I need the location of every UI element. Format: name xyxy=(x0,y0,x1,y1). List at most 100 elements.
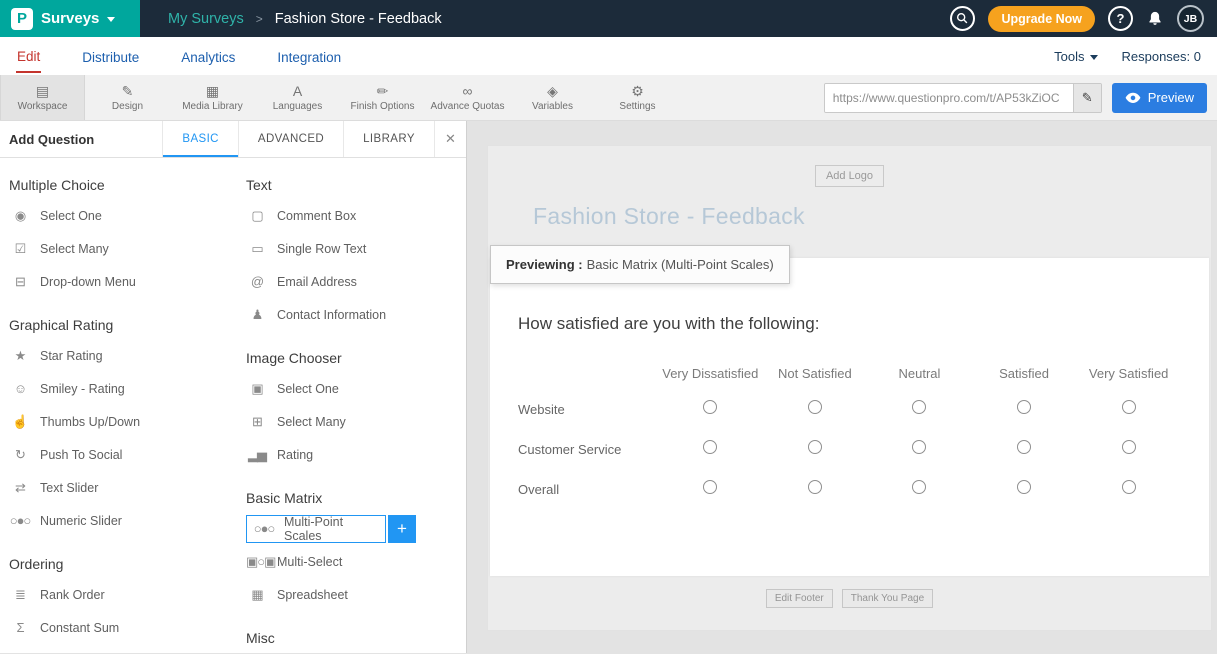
question-type-text-single-row-text[interactable]: ▭Single Row Text xyxy=(246,232,466,265)
help-icon[interactable]: ? xyxy=(1108,6,1133,31)
radio-website-not-satisfied[interactable] xyxy=(808,400,822,414)
question-type-image-chooser-select-many[interactable]: ⊞Select Many xyxy=(246,405,466,438)
question-type-multiple-choice-select-many[interactable]: ☑Select Many xyxy=(9,232,246,265)
question-type-basic-matrix-multi-point-scales[interactable]: ○●○Multi-Point Scales xyxy=(246,515,386,543)
question-text[interactable]: How satisfied are you with the following… xyxy=(518,314,1181,334)
close-icon[interactable]: ✕ xyxy=(434,121,466,157)
surveys-product-dropdown[interactable]: P Surveys xyxy=(0,0,140,37)
toolbar-item-finish-options[interactable]: ✏Finish Options xyxy=(340,75,425,120)
upgrade-now-button[interactable]: Upgrade Now xyxy=(988,6,1095,32)
question-type-text-contact-information[interactable]: ♟Contact Information xyxy=(246,298,466,331)
survey-url-input[interactable] xyxy=(825,84,1073,112)
question-type-ordering-item[interactable]: ⊞ xyxy=(9,644,246,653)
nav-tab-edit[interactable]: Edit xyxy=(16,40,41,73)
question-type-text-comment-box[interactable]: ▢Comment Box xyxy=(246,199,466,232)
user-avatar[interactable]: JB xyxy=(1177,5,1204,32)
radio-website-neutral[interactable] xyxy=(912,400,926,414)
question-type-graphical-rating-star-rating[interactable]: ★Star Rating xyxy=(9,339,246,372)
question-type-text-email-address[interactable]: @Email Address xyxy=(246,265,466,298)
notifications-bell-icon[interactable] xyxy=(1146,10,1164,28)
radio-overall-very-satisfied[interactable] xyxy=(1122,480,1136,494)
search-icon[interactable] xyxy=(950,6,975,31)
question-type-multiple-choice-select-one[interactable]: ◉Select One xyxy=(9,199,246,232)
survey-toolbar: ▤Workspace✎Design▦Media LibraryALanguage… xyxy=(0,75,1217,121)
question-type-image-chooser-rating[interactable]: ▂▅Rating xyxy=(246,438,466,471)
question-type-ordering-constant-sum[interactable]: ΣConstant Sum xyxy=(9,611,246,644)
question-type-label: Rank Order xyxy=(40,588,105,602)
question-type-ordering-rank-order[interactable]: ≣Rank Order xyxy=(9,578,246,611)
topbar-actions: Upgrade Now ? JB xyxy=(950,5,1217,32)
question-type-graphical-rating-push-to-social[interactable]: ↻Push To Social xyxy=(9,438,246,471)
radio-customer-service-neutral[interactable] xyxy=(912,440,926,454)
radio-customer-service-very-satisfied[interactable] xyxy=(1122,440,1136,454)
chevron-down-icon xyxy=(1090,55,1098,60)
question-type-label: Rating xyxy=(277,448,313,462)
radio-website-satisfied[interactable] xyxy=(1017,400,1031,414)
add-question-plus-button[interactable]: + xyxy=(388,515,416,543)
radio-overall-satisfied[interactable] xyxy=(1017,480,1031,494)
question-type-graphical-rating-smiley-rating[interactable]: ☺Smiley - Rating xyxy=(9,372,246,405)
radio-customer-service-not-satisfied[interactable] xyxy=(808,440,822,454)
question-type-graphical-rating-text-slider[interactable]: ⇄Text Slider xyxy=(9,471,246,504)
matrix-cell xyxy=(658,440,763,459)
drop-down-menu-icon: ⊟ xyxy=(9,274,31,290)
push-to-social-icon: ↻ xyxy=(9,447,31,463)
toolbar-item-languages[interactable]: ALanguages xyxy=(255,75,340,120)
toolbar-item-advance-quotas[interactable]: ∞Advance Quotas xyxy=(425,75,510,120)
panel-tab-advanced[interactable]: ADVANCED xyxy=(238,121,343,157)
toolbar-item-design[interactable]: ✎Design xyxy=(85,75,170,120)
section-heading-ordering: Ordering xyxy=(9,556,246,572)
add-question-panel: Add Question BASICADVANCEDLIBRARY ✕ Mult… xyxy=(0,121,467,653)
edit-footer-button[interactable]: Edit Footer xyxy=(766,589,833,608)
radio-website-very-satisfied[interactable] xyxy=(1122,400,1136,414)
radio-customer-service-satisfied[interactable] xyxy=(1017,440,1031,454)
add-logo-button[interactable]: Add Logo xyxy=(815,165,884,187)
toolbar-item-variables[interactable]: ◈Variables xyxy=(510,75,595,120)
toolbar-item-media-library[interactable]: ▦Media Library xyxy=(170,75,255,120)
responses-count[interactable]: Responses: 0 xyxy=(1122,49,1202,64)
matrix-cell xyxy=(867,440,972,459)
radio-customer-service-very-dissatisfied[interactable] xyxy=(703,440,717,454)
tools-dropdown[interactable]: Tools xyxy=(1054,49,1097,64)
previewing-tooltip-label: Previewing : xyxy=(506,257,583,272)
bell-glyph xyxy=(1146,10,1164,28)
panel-tab-library[interactable]: LIBRARY xyxy=(343,121,434,157)
section-heading-text: Text xyxy=(246,177,466,193)
radio-overall-neutral[interactable] xyxy=(912,480,926,494)
radio-overall-very-dissatisfied[interactable] xyxy=(703,480,717,494)
question-type-basic-matrix-spreadsheet[interactable]: ▦Spreadsheet xyxy=(246,578,466,611)
constant-sum-icon: Σ xyxy=(9,620,31,635)
toolbar-item-label: Advance Quotas xyxy=(431,101,505,112)
question-type-image-chooser-select-one[interactable]: ▣Select One xyxy=(246,372,466,405)
chevron-down-icon xyxy=(107,17,115,22)
question-types-right-column: Text ▢Comment Box▭Single Row Text@Email A… xyxy=(246,158,466,653)
toolbar-item-label: Settings xyxy=(619,101,655,112)
question-type-graphical-rating-numeric-slider[interactable]: ○●○Numeric Slider xyxy=(9,504,246,537)
numeric-slider-icon: ○●○ xyxy=(9,513,31,528)
question-type-graphical-rating-thumbs-up-down[interactable]: ☝Thumbs Up/Down xyxy=(9,405,246,438)
panel-tabs: BASICADVANCEDLIBRARY xyxy=(162,121,434,157)
toolbar-item-settings[interactable]: ⚙Settings xyxy=(595,75,680,120)
question-type-multiple-choice-drop-down-menu[interactable]: ⊟Drop-down Menu xyxy=(9,265,246,298)
preview-button[interactable]: Preview xyxy=(1112,83,1207,113)
matrix-row-customer-service: Customer Service xyxy=(518,429,1181,469)
edit-url-pencil-icon[interactable]: ✎ xyxy=(1073,83,1101,113)
nav-tab-analytics[interactable]: Analytics xyxy=(180,41,236,72)
nav-right: Tools Responses: 0 xyxy=(1054,49,1201,64)
question-type-label: Select Many xyxy=(40,242,109,256)
nav-tab-integration[interactable]: Integration xyxy=(276,41,342,72)
question-type-basic-matrix-multi-select[interactable]: ▣○▣Multi-Select xyxy=(246,545,466,578)
section-heading-misc: Misc xyxy=(246,630,466,646)
breadcrumb-my-surveys[interactable]: My Surveys xyxy=(168,11,244,27)
previewing-tooltip: Previewing :Basic Matrix (Multi-Point Sc… xyxy=(490,245,790,284)
radio-website-very-dissatisfied[interactable] xyxy=(703,400,717,414)
tools-label: Tools xyxy=(1054,49,1084,64)
thank-you-page-button[interactable]: Thank You Page xyxy=(842,589,933,608)
panel-tab-basic[interactable]: BASIC xyxy=(162,121,238,157)
survey-preview-title[interactable]: Fashion Store - Feedback xyxy=(533,203,1211,230)
comment-box-icon: ▢ xyxy=(246,208,268,224)
add-question-title: Add Question xyxy=(0,121,162,157)
radio-overall-not-satisfied[interactable] xyxy=(808,480,822,494)
nav-tab-distribute[interactable]: Distribute xyxy=(81,41,140,72)
toolbar-item-workspace[interactable]: ▤Workspace xyxy=(0,75,85,120)
